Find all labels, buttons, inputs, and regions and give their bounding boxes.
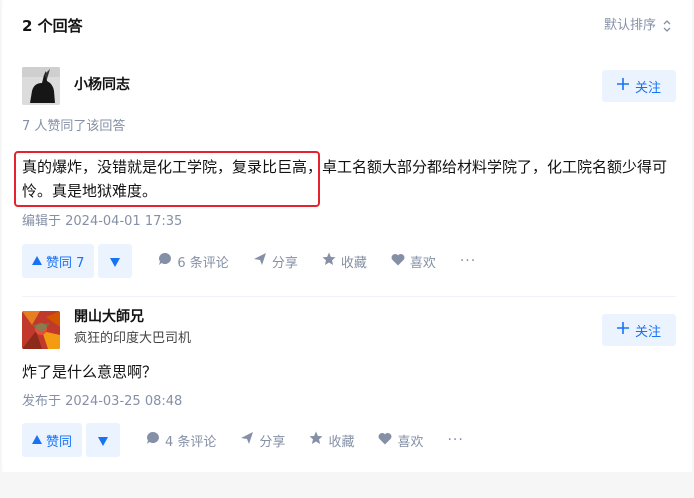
action-bar: 赞同 4 条评论 分享 收藏 喜欢 ···: [22, 423, 464, 457]
answer-item: 小杨同志 关注 7 人赞同了该回答 真的爆炸，没错就是化工学院，复录比巨高，卓工…: [14, 67, 676, 278]
sort-dropdown[interactable]: 默认排序: [604, 14, 672, 38]
answer-count-title: 2 个回答: [22, 17, 83, 35]
answers-header: 2 个回答 默认排序: [22, 14, 672, 38]
share-label: 分享: [271, 255, 298, 271]
like-button[interactable]: 喜欢: [391, 252, 436, 271]
collect-label: 收藏: [328, 434, 355, 450]
author-bio: 疯狂的印度大巴司机: [74, 331, 192, 346]
plus-icon: [616, 322, 629, 338]
more-icon[interactable]: ···: [447, 432, 463, 448]
triangle-up-icon: [32, 433, 42, 448]
like-button[interactable]: 喜欢: [378, 431, 423, 450]
triangle-down-icon: [98, 431, 109, 450]
content-line: 真的爆炸，没错就是化工学院，复录比巨高，卓工名额大部分都给材料学院了，化工院名额…: [22, 158, 668, 176]
comments-button[interactable]: 6 条评论: [158, 252, 229, 271]
like-label: 喜欢: [409, 255, 436, 271]
collect-button[interactable]: 收藏: [309, 431, 354, 450]
content-line: 炸了是什么意思啊？: [22, 363, 158, 381]
share-label: 分享: [259, 434, 286, 450]
comment-icon: [158, 252, 172, 270]
collect-label: 收藏: [340, 255, 367, 271]
answer-content: 真的爆炸，没错就是化工学院，复录比巨高，卓工名额大部分都给材料学院了，化工院名额…: [14, 151, 668, 207]
action-bar: 赞同 7 6 条评论 分享 收藏 喜欢 ···: [22, 244, 476, 278]
comments-button[interactable]: 4 条评论: [146, 431, 216, 450]
avatar[interactable]: [22, 311, 60, 349]
follow-label: 关注: [634, 324, 661, 340]
content-line: 怜。真是地狱难度。: [22, 182, 158, 200]
collect-button[interactable]: 收藏: [322, 252, 367, 271]
comments-label: 4 条评论: [165, 434, 217, 450]
comments-label: 6 条评论: [177, 255, 229, 271]
sort-label: 默认排序: [603, 18, 656, 33]
author-name[interactable]: 小杨同志: [74, 75, 130, 95]
answer-divider: [22, 296, 676, 297]
follow-button[interactable]: 关注: [602, 70, 676, 102]
heart-icon: [391, 253, 405, 270]
upvote-label: 赞同 7: [46, 255, 85, 271]
share-button[interactable]: 分享: [240, 431, 285, 450]
share-button[interactable]: 分享: [253, 252, 298, 271]
follow-button[interactable]: 关注: [602, 314, 676, 346]
edit-time[interactable]: 编辑于 2024-04-01 17:35: [22, 213, 182, 231]
star-icon: [322, 252, 336, 270]
share-icon: [240, 431, 254, 449]
answers-card: 2 个回答 默认排序 小杨同志 关注 7 人赞同了该回答 真的爆炸，没错就是化工…: [2, 0, 692, 472]
share-icon: [253, 252, 267, 270]
comment-icon: [146, 431, 160, 449]
star-icon: [309, 431, 323, 449]
triangle-up-icon: [32, 254, 42, 269]
answer-item: 開山大師兄 疯狂的印度大巴司机 关注 炸了是什么意思啊？ 发布于 2024-03…: [22, 309, 676, 461]
publish-time[interactable]: 发布于 2024-03-25 08:48: [22, 393, 182, 411]
sort-toggle-icon: [662, 19, 672, 33]
follow-label: 关注: [634, 80, 661, 96]
avatar[interactable]: [22, 67, 60, 105]
plus-icon: [616, 78, 629, 94]
like-label: 喜欢: [397, 434, 424, 450]
upvote-button[interactable]: 赞同: [22, 423, 83, 457]
upvote-button[interactable]: 赞同 7: [22, 244, 95, 278]
voters-text[interactable]: 7 人赞同了该回答: [22, 118, 125, 136]
upvote-label: 赞同: [46, 434, 73, 450]
heart-icon: [378, 432, 392, 449]
author-name[interactable]: 開山大師兄: [74, 307, 144, 327]
triangle-down-icon: [110, 252, 121, 271]
downvote-button[interactable]: [98, 244, 133, 278]
more-icon[interactable]: ···: [460, 253, 476, 269]
answer-content: 炸了是什么意思啊？: [22, 360, 668, 384]
downvote-button[interactable]: [86, 423, 121, 457]
